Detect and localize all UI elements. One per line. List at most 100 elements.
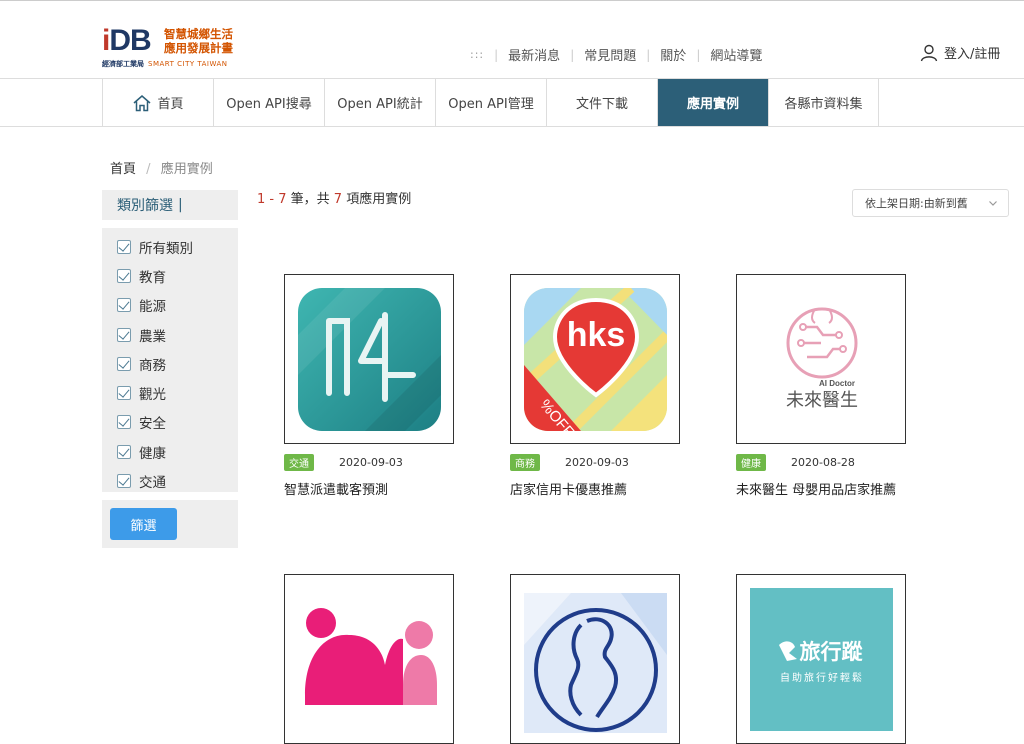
separator: | [646,47,651,62]
filter-health[interactable]: 健康 [102,437,238,466]
app-date: 2020-08-28 [791,455,855,469]
checkbox-checked-icon[interactable] [117,356,131,371]
app-card[interactable]: 旅行蹤 自助旅行好輕鬆 [736,574,906,744]
filter-heading-text: 類別篩選 [117,198,173,214]
result-label-end: 項應用實例 [346,192,412,207]
filter-label: 安全 [139,416,166,433]
site-header: iDB 智慧城鄉生活 應用發展計畫 經濟部工業局 SMART CITY TAIWA… [0,1,1024,79]
link-news[interactable]: 最新消息 [508,45,560,64]
logo-subtitle: 經濟部工業局 SMART CITY TAIWAN [102,59,228,69]
separator: | [494,47,499,62]
breadcrumb-home[interactable]: 首頁 [110,162,136,177]
app-title[interactable]: 店家信用卡優惠推薦 [510,479,680,498]
thumb-travel-subtext: 自助旅行好輕鬆 [780,671,864,684]
filter-business[interactable]: 商務 [102,349,238,378]
checkbox-checked-icon[interactable] [117,444,131,459]
filter-label: 教育 [139,269,166,286]
sort-selected-value: 依上架日期:由新到舊 [865,197,968,210]
filter-energy[interactable]: 能源 [102,291,238,320]
filter-safety[interactable]: 安全 [102,408,238,437]
breadcrumb-current: 應用實例 [160,162,213,177]
chevron-down-icon [989,201,997,206]
filter-agriculture[interactable]: 農業 [102,320,238,349]
app-card[interactable] [284,574,454,744]
filter-button[interactable]: 篩選 [110,508,177,540]
checkbox-checked-icon[interactable] [117,386,131,401]
filter-label: 農業 [139,328,166,345]
checkbox-checked-icon[interactable] [117,327,131,342]
nav-api-manage[interactable]: Open API管理 [435,79,546,126]
app-thumbnail[interactable] [510,574,680,744]
nav-api-search[interactable]: Open API搜尋 [213,79,324,126]
breadcrumb-separator: / [146,162,151,177]
logo-mark: iDB [102,24,152,57]
user-icon [920,44,938,61]
link-about[interactable]: 關於 [660,45,686,64]
category-badge: 交通 [284,453,314,471]
utility-nav: ::: | 最新消息 | 常見問題 | 關於 | 網站導覽 [470,45,762,65]
category-badge: 健康 [736,453,766,471]
app-thumbnail[interactable]: hks %OFF [510,274,680,444]
app-card[interactable] [510,574,680,744]
filter-label: 交通 [139,475,166,492]
app-thumbnail[interactable]: 旅行蹤 自助旅行好輕鬆 [736,574,906,744]
app-thumbnail[interactable] [284,274,454,444]
app-icon-hks: hks %OFF [524,288,667,441]
sort-select[interactable]: 依上架日期:由新到舊 [852,189,1009,217]
nav-api-stats[interactable]: Open API統計 [324,79,435,126]
filter-all[interactable]: 所有類別 [102,232,238,261]
result-total: 7 [333,192,343,207]
filter-education[interactable]: 教育 [102,261,238,290]
accesskey-dots[interactable]: ::: [470,48,484,61]
thumb-future-doctor-text: 未來醫生 [786,390,858,411]
link-sitemap[interactable]: 網站導覽 [710,45,762,64]
category-badge: 商務 [510,453,540,471]
app-card[interactable]: hks %OFF 商務 2020-09-03 店家信用卡優惠推薦 [510,274,680,498]
nav-datasets[interactable]: 各縣市資料集 [768,79,879,126]
filter-list: 所有類別 教育 能源 農業 商務 觀光 安全 健康 交通 [102,228,238,492]
main-nav: 首頁 Open API搜尋 Open API統計 Open API管理 文件下載… [0,78,1024,127]
filter-label: 所有類別 [139,240,193,257]
app-icon-mother-baby [524,593,667,733]
app-meta: 交通 2020-09-03 [284,453,454,471]
home-icon [133,94,151,111]
filter-transport[interactable]: 交通 [102,466,238,495]
logo-title-line1: 智慧城鄉生活 [164,27,233,41]
checkbox-checked-icon[interactable] [117,415,131,430]
nav-apps[interactable]: 應用實例 [657,79,768,126]
logo-subtitle-en: SMART CITY TAIWAN [148,60,228,68]
site-logo[interactable]: iDB 智慧城鄉生活 應用發展計畫 經濟部工業局 SMART CITY TAIWA… [102,25,242,71]
result-count: 1 - 7 筆，共 7 項應用實例 [257,188,411,207]
app-title[interactable]: 智慧派遣載客預測 [284,479,454,498]
app-icon-pink-figures [305,608,437,705]
nav-docs[interactable]: 文件下載 [546,79,657,126]
thumb-travel-text: 旅行蹤 [800,640,864,664]
link-faq[interactable]: 常見問題 [584,45,636,64]
app-thumbnail[interactable] [284,574,454,744]
app-date: 2020-09-03 [565,455,629,469]
category-filter-sidebar: 類別篩選 | 所有類別 教育 能源 農業 商務 觀光 安全 健康 交通 篩選 [102,190,238,548]
login-label: 登入/註冊 [944,47,1001,62]
filter-heading: 類別篩選 | [102,190,238,220]
checkbox-checked-icon[interactable] [117,239,131,254]
checkbox-checked-icon[interactable] [117,298,131,313]
app-thumbnail[interactable]: AI Doctor 未來醫生 [736,274,906,444]
separator: | [696,47,701,62]
filter-tourism[interactable]: 觀光 [102,378,238,407]
app-title[interactable]: 未來醫生 母嬰用品店家推薦 [736,479,906,498]
login-link[interactable]: 登入/註冊 [920,43,1000,62]
app-card[interactable]: 交通 2020-09-03 智慧派遣載客預測 [284,274,454,498]
app-icon-travel: 旅行蹤 自助旅行好輕鬆 [750,588,893,731]
filter-button-box: 篩選 [102,500,238,548]
thumb-hks-text: hks [567,316,626,354]
nav-home[interactable]: 首頁 [102,79,213,126]
separator: | [570,47,575,62]
app-date: 2020-09-03 [339,455,403,469]
checkbox-checked-icon[interactable] [117,474,131,489]
filter-heading-bar: | [178,197,183,213]
thumb-ai-doctor-text: AI Doctor [819,379,855,388]
logo-title: 智慧城鄉生活 應用發展計畫 [164,27,244,55]
checkbox-checked-icon[interactable] [117,268,131,283]
app-card[interactable]: AI Doctor 未來醫生 健康 2020-08-28 未來醫生 母嬰用品店家… [736,274,906,498]
nav-home-label: 首頁 [157,97,184,112]
